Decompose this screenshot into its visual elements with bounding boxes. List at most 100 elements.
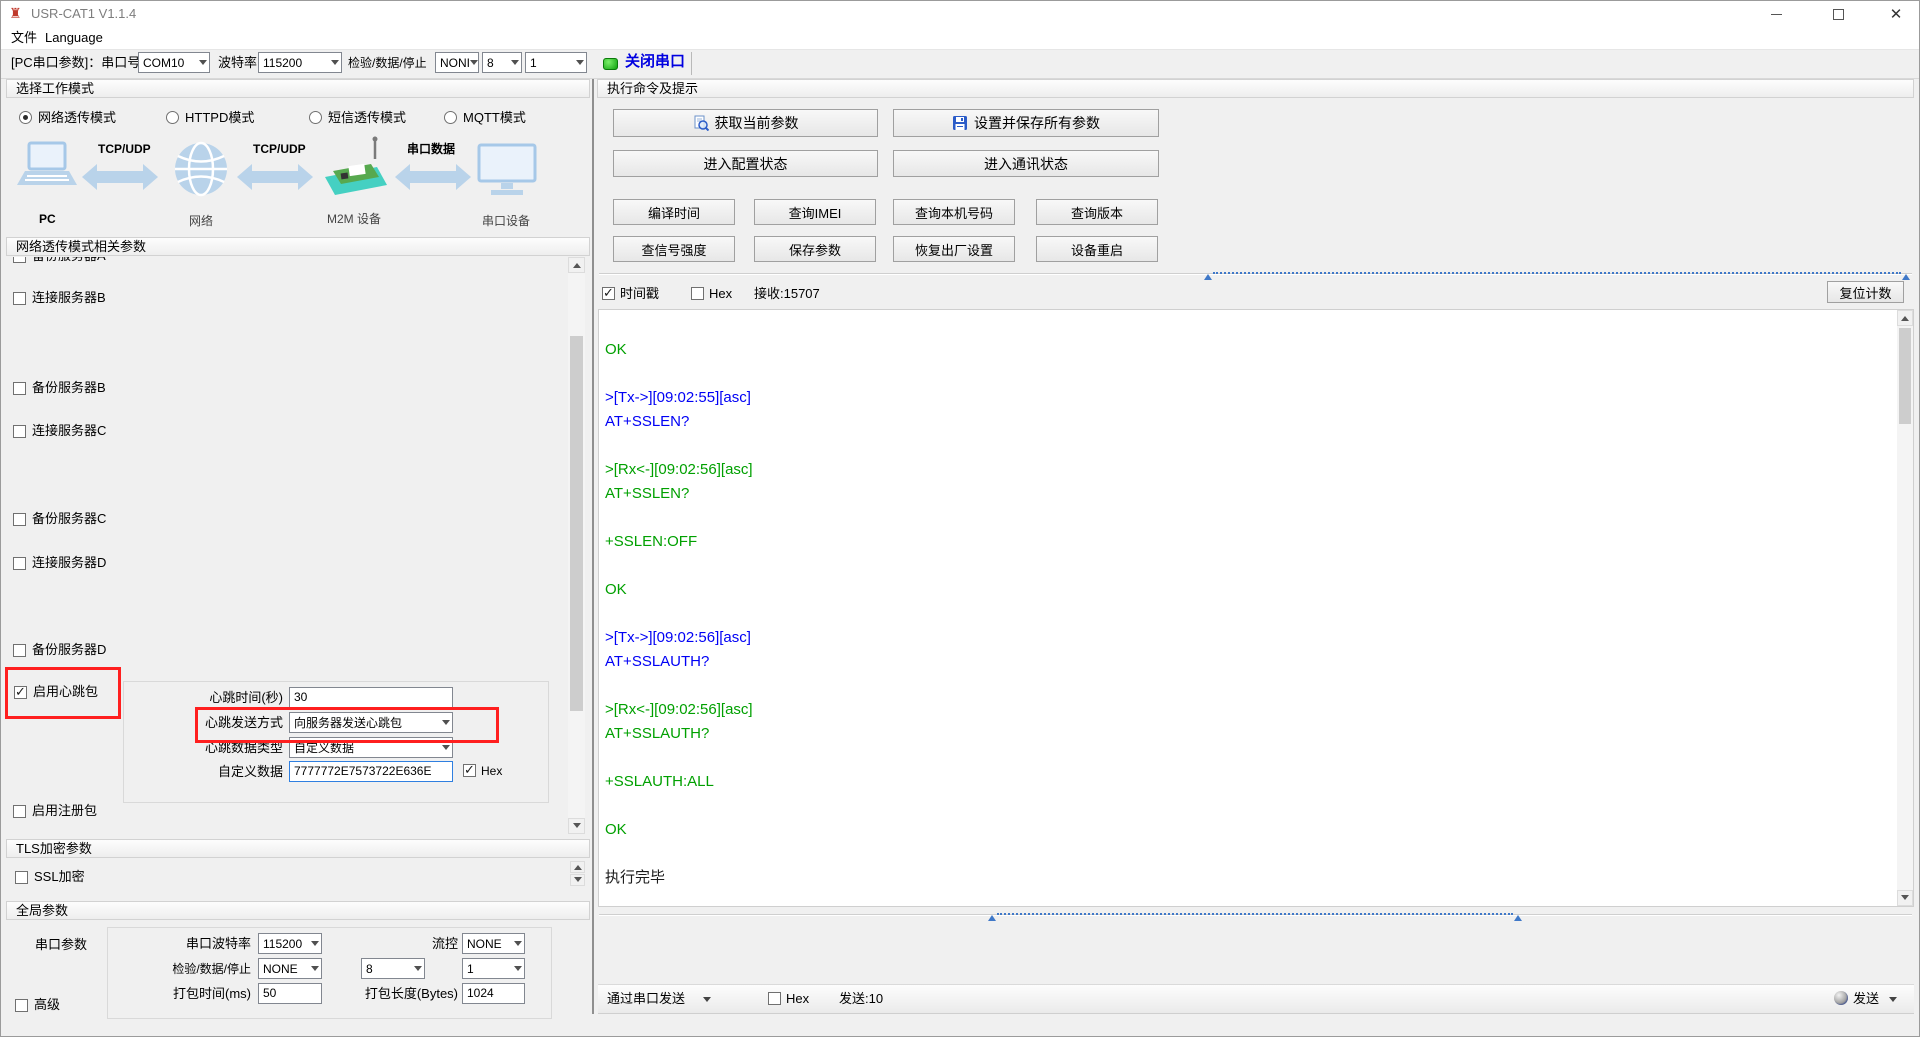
query-imei-button[interactable]: 查询IMEI xyxy=(754,199,876,225)
backup-server-d-checkbox[interactable] xyxy=(13,644,26,657)
heartbeat-hex-checkbox[interactable] xyxy=(463,764,476,777)
log-hex-checkbox[interactable] xyxy=(691,287,704,300)
backup-server-c-checkbox[interactable] xyxy=(13,513,26,526)
enable-heartbeat-checkbox[interactable] xyxy=(14,686,27,699)
log-line xyxy=(605,506,1893,530)
scroll-down-icon[interactable] xyxy=(570,874,585,886)
log-line: 执行完毕 xyxy=(605,866,1893,890)
get-params-button[interactable]: 获取当前参数 xyxy=(613,109,878,137)
serial-params-label: 串口参数 xyxy=(35,937,87,953)
chevron-down-icon[interactable] xyxy=(1889,997,1897,1006)
flow-select[interactable]: NONE xyxy=(462,933,525,954)
connect-server-d-checkbox[interactable] xyxy=(13,557,26,570)
log-line xyxy=(605,674,1893,698)
radio-net-transparent-mode[interactable] xyxy=(19,111,32,124)
databits-select[interactable]: 8 xyxy=(482,52,522,73)
send-button[interactable]: 发送 xyxy=(1853,991,1879,1007)
save-params-button[interactable]: 保存参数 xyxy=(754,236,876,262)
close-button[interactable]: ✕ xyxy=(1873,1,1919,27)
chevron-down-icon xyxy=(442,745,450,754)
checkbox-label: 连接服务器B xyxy=(32,290,106,306)
query-number-button[interactable]: 查询本机号码 xyxy=(893,199,1015,225)
close-port-button[interactable]: 关闭串口 xyxy=(625,54,685,70)
splitter-handle[interactable] xyxy=(1213,272,1901,274)
scrollbar-thumb[interactable] xyxy=(570,336,583,711)
global-databits-select[interactable]: 8 xyxy=(361,958,425,979)
scroll-down-icon[interactable] xyxy=(1897,890,1913,906)
hex-label: Hex xyxy=(481,764,502,779)
send-via-dropdown[interactable]: 通过串口发送 xyxy=(607,991,685,1007)
log-line: >[Tx->][09:02:56][asc] xyxy=(605,626,1893,650)
checkbox-label: 连接服务器C xyxy=(32,423,106,439)
menu-item-language[interactable]: Language xyxy=(45,30,103,46)
heartbeat-time-input[interactable]: 30 xyxy=(289,687,453,708)
pack-time-input[interactable]: 50 xyxy=(258,983,322,1004)
heartbeat-mode-select[interactable]: 向服务器发送心跳包 xyxy=(289,712,453,733)
advanced-checkbox[interactable] xyxy=(15,999,28,1012)
enter-comm-button[interactable]: 进入通讯状态 xyxy=(893,150,1159,177)
chevron-down-icon xyxy=(511,60,519,69)
log-line: >[Rx<-][09:02:56][asc] xyxy=(605,698,1893,722)
log-line: OK xyxy=(605,818,1893,842)
m2m-icon xyxy=(319,135,391,205)
splitter-handle[interactable] xyxy=(997,913,1513,915)
arrow-icon xyxy=(252,171,298,183)
scroll-down-icon[interactable] xyxy=(568,818,585,834)
chevron-down-icon[interactable] xyxy=(703,997,711,1006)
backup-server-a-checkbox[interactable] xyxy=(13,257,26,263)
query-signal-button[interactable]: 查信号强度 xyxy=(613,236,735,262)
radio-sms-mode[interactable] xyxy=(309,111,322,124)
parity-select[interactable]: NONI xyxy=(435,52,479,73)
maximize-button[interactable] xyxy=(1815,1,1861,27)
send-hex-checkbox[interactable] xyxy=(768,992,781,1005)
link1-label: TCP/UDP xyxy=(98,142,151,157)
panel-splitter[interactable] xyxy=(592,79,594,1014)
global-parity-select[interactable]: NONE xyxy=(258,958,322,979)
query-version-button[interactable]: 查询版本 xyxy=(1036,199,1158,225)
scroll-up-icon[interactable] xyxy=(570,861,585,873)
reset-count-button[interactable]: 复位计数 xyxy=(1827,281,1904,303)
enter-config-button[interactable]: 进入配置状态 xyxy=(613,150,878,177)
connect-server-b-checkbox[interactable] xyxy=(13,292,26,305)
global-stopbits-select[interactable]: 1 xyxy=(462,958,525,979)
pack-len-input[interactable]: 1024 xyxy=(462,983,525,1004)
stopbits-select[interactable]: 1 xyxy=(525,52,587,73)
net-params-header: 网络透传模式相关参数 xyxy=(6,237,590,256)
received-count: 接收:15707 xyxy=(754,286,820,302)
checkbox-label: 高级 xyxy=(34,997,60,1013)
radio-httpd-mode[interactable] xyxy=(166,111,179,124)
timestamp-checkbox[interactable] xyxy=(602,287,615,300)
hex-label: Hex xyxy=(786,991,809,1007)
radio-mqtt-mode[interactable] xyxy=(444,111,457,124)
node-serial-label: 串口设备 xyxy=(482,214,530,229)
baud-select[interactable]: 115200 xyxy=(258,52,342,73)
backup-server-b-checkbox[interactable] xyxy=(13,382,26,395)
scrollbar-thumb[interactable] xyxy=(1899,328,1911,424)
compile-time-button[interactable]: 编译时间 xyxy=(613,199,735,225)
heartbeat-mode-label: 心跳发送方式 xyxy=(175,715,283,731)
enable-register-checkbox[interactable] xyxy=(13,805,26,818)
save-icon xyxy=(952,115,968,131)
send-icon xyxy=(1834,991,1848,1005)
node-m2m-label: M2M 设备 xyxy=(327,212,381,227)
menu-item-file[interactable]: 文件 xyxy=(11,30,37,46)
log-area[interactable]: OK >[Tx->][09:02:55][asc] AT+SSLEN? >[Rx… xyxy=(598,309,1914,907)
scroll-up-icon[interactable] xyxy=(568,257,585,273)
heartbeat-type-select[interactable]: 自定义数据 xyxy=(289,737,453,758)
chevron-down-icon xyxy=(311,941,319,950)
custom-data-input[interactable]: 7777772E7573722E636E xyxy=(289,761,453,782)
factory-reset-button[interactable]: 恢复出厂设置 xyxy=(893,236,1015,262)
checkbox-label: 启用注册包 xyxy=(32,803,97,819)
minimize-button[interactable] xyxy=(1753,1,1799,27)
set-save-all-button[interactable]: 设置并保存所有参数 xyxy=(893,109,1159,137)
log-line: >[Tx->][09:02:55][asc] xyxy=(605,386,1893,410)
global-baud-select[interactable]: 115200 xyxy=(258,933,322,954)
ssl-checkbox[interactable] xyxy=(15,871,28,884)
log-line xyxy=(605,794,1893,818)
log-line xyxy=(605,362,1893,386)
connect-server-c-checkbox[interactable] xyxy=(13,425,26,438)
tls-header: TLS加密参数 xyxy=(6,839,590,858)
scroll-up-icon[interactable] xyxy=(1897,310,1913,326)
reboot-button[interactable]: 设备重启 xyxy=(1036,236,1158,262)
com-port-select[interactable]: COM10 xyxy=(138,52,210,73)
